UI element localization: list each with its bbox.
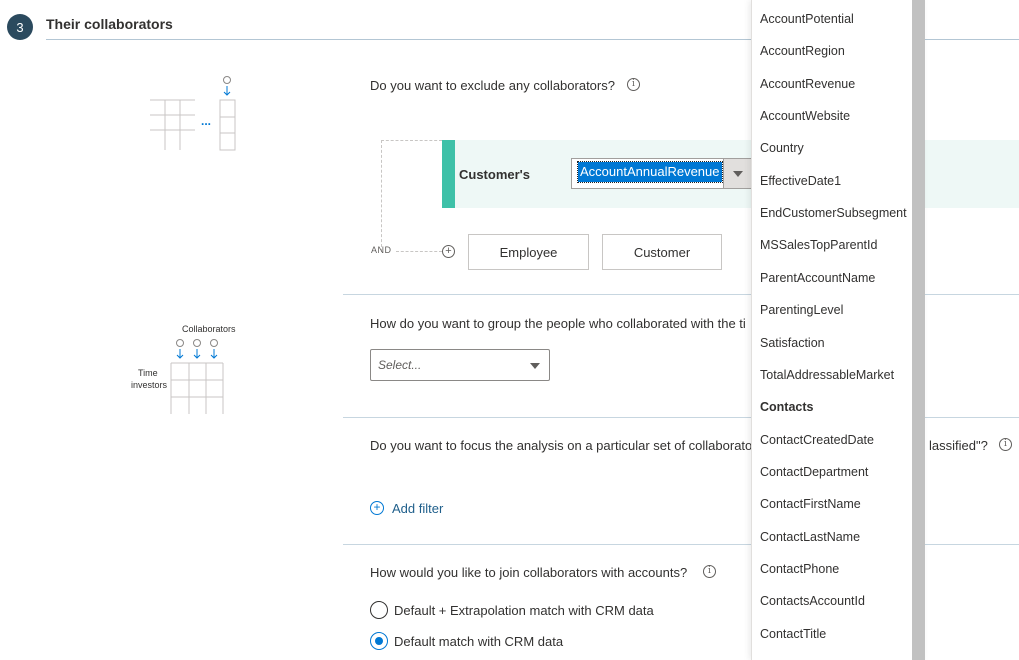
focus-question: Do you want to focus the analysis on a p… <box>370 438 753 453</box>
dropdown-option[interactable]: ContactPhone <box>760 562 839 576</box>
chevron-down-icon <box>733 171 743 177</box>
customer-button[interactable]: Customer <box>602 234 722 270</box>
dropdown-option[interactable]: ContactLastName <box>760 530 860 544</box>
dropdown-option[interactable]: MSSalesTopParentId <box>760 238 877 252</box>
dropdown-option[interactable]: ContactDepartment <box>760 465 868 479</box>
group-question: How do you want to group the people who … <box>370 316 746 331</box>
dropdown-option[interactable]: AccountRevenue <box>760 77 855 91</box>
and-label: AND <box>371 245 392 255</box>
attribute-dropdown-list[interactable]: AccountPotential AccountRegion AccountReve… <box>751 0 925 660</box>
attribute-combobox-value[interactable]: AccountAnnualRevenue <box>577 161 723 183</box>
info-icon[interactable]: i <box>703 565 716 578</box>
dropdown-option[interactable]: TotalAddressableMarket <box>760 368 894 382</box>
connector-line <box>381 140 442 141</box>
radio-default-match[interactable] <box>370 632 388 650</box>
radio-label: Default match with CRM data <box>394 634 564 649</box>
dropdown-option[interactable]: ContactTitle <box>760 627 826 641</box>
step-number-badge: 3 <box>7 14 33 40</box>
dropdown-option[interactable]: AccountRegion <box>760 44 845 58</box>
condition-accent-bar <box>442 140 455 208</box>
dropdown-option[interactable]: AccountPotential <box>760 12 854 26</box>
add-filter-link[interactable]: Add filter <box>392 501 443 516</box>
connector-line <box>381 140 382 252</box>
condition-label: Customer's <box>459 167 530 182</box>
join-question: How would you like to join collaborators… <box>370 565 688 580</box>
chevron-down-icon <box>530 363 540 369</box>
dropdown-option[interactable]: ContactCreatedDate <box>760 433 874 447</box>
combobox-toggle-button[interactable] <box>723 158 752 189</box>
add-filter-icon[interactable]: + <box>370 501 384 515</box>
dropdown-option[interactable]: Country <box>760 141 804 155</box>
dropdown-scrollbar[interactable] <box>912 0 925 660</box>
dropdown-option[interactable]: EndCustomerSubsegment <box>760 206 907 220</box>
exclude-illustration: ... <box>145 72 245 157</box>
focus-question-tail: lassified"? <box>929 438 988 453</box>
section-title: Their collaborators <box>46 16 173 32</box>
add-condition-icon[interactable]: + <box>442 245 455 258</box>
radio-label: Default + Extrapolation match with CRM d… <box>394 603 654 618</box>
connector-line <box>396 251 442 252</box>
dropdown-option[interactable]: EffectiveDate1 <box>760 174 841 188</box>
dropdown-option[interactable]: Satisfaction <box>760 336 825 350</box>
employee-button[interactable]: Employee <box>468 234 589 270</box>
group-illustration: Collaborators Time investors <box>125 318 236 418</box>
info-icon[interactable]: i <box>627 78 640 91</box>
dropdown-option[interactable]: ParentAccountName <box>760 271 875 285</box>
dropdown-option[interactable]: ContactFirstName <box>760 497 861 511</box>
exclude-question: Do you want to exclude any collaborators… <box>370 78 615 93</box>
dropdown-option[interactable]: AccountWebsite <box>760 109 850 123</box>
ellipsis-icon: ... <box>201 114 212 128</box>
info-icon[interactable]: i <box>999 438 1012 451</box>
dropdown-option[interactable]: ContactsAccountId <box>760 594 865 608</box>
dropdown-group-header: Contacts <box>760 400 814 415</box>
group-select-placeholder: Select... <box>378 358 422 372</box>
radio-extrapolation-match[interactable] <box>370 601 388 619</box>
dropdown-option[interactable]: ParentingLevel <box>760 303 843 317</box>
